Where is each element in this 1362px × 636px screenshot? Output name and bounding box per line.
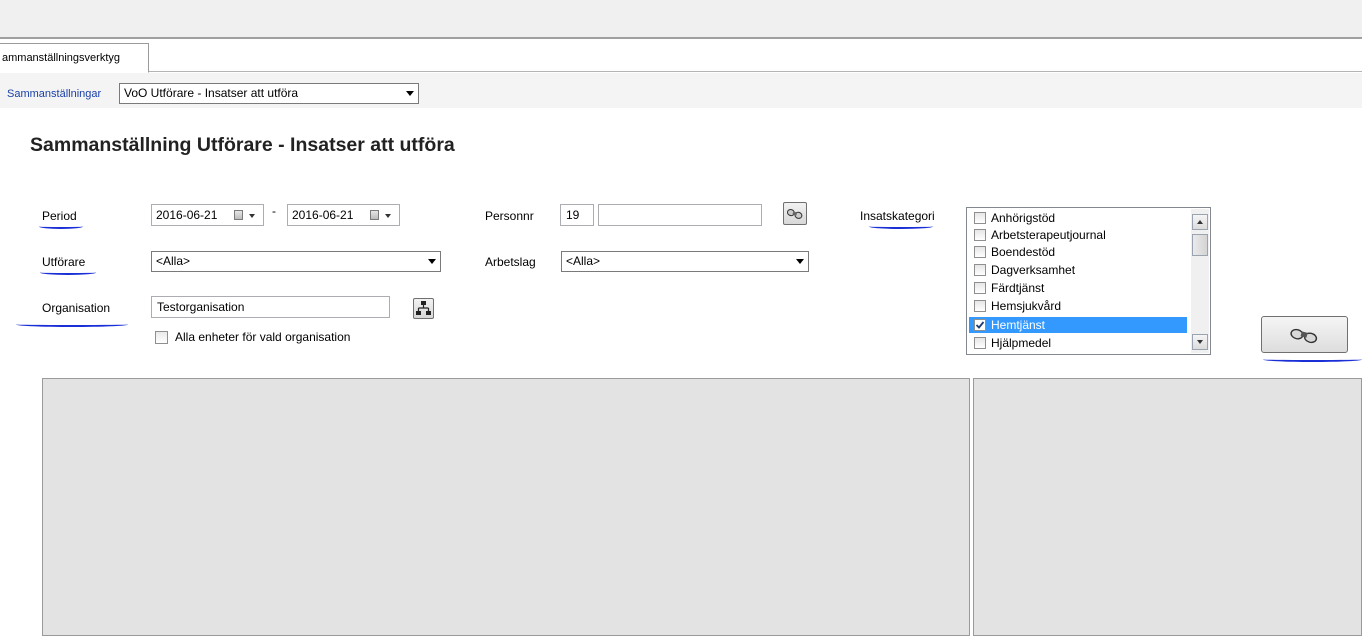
list-item-label: Dagverksamhet	[991, 263, 1076, 277]
list-item-label: Hjälpmedel	[991, 336, 1052, 350]
list-item-label: Hemtjänst	[991, 318, 1046, 332]
list-item[interactable]: Arbetsterapeutjournal	[969, 227, 1187, 243]
sammanstallningar-label: Sammanställningar	[7, 88, 102, 100]
chevron-down-icon	[401, 84, 418, 103]
item-checkbox[interactable]	[974, 246, 986, 258]
arbetslag-select-value: <Alla>	[566, 254, 601, 268]
period-from-date[interactable]: 2016-06-21	[151, 204, 264, 226]
org-tree-icon	[416, 301, 431, 315]
list-item[interactable]: Hjälpmedel	[969, 335, 1187, 351]
binoculars-icon	[786, 209, 803, 219]
arbetslag-label: Arbetslag	[485, 255, 536, 269]
binoculars-icon	[1290, 328, 1318, 344]
list-item-label: Hemsjukvård	[991, 299, 1062, 313]
period-from-value: 2016-06-21	[156, 208, 218, 222]
window-top-bar	[0, 0, 1362, 39]
chevron-down-icon	[1197, 340, 1203, 344]
personnr-prefix-value: 19	[566, 208, 580, 222]
annotation-underline	[869, 224, 933, 229]
personnr-search-button[interactable]	[783, 202, 807, 225]
list-item[interactable]: Dagverksamhet	[969, 262, 1187, 278]
list-item-label: Arbetsterapeutjournal	[991, 228, 1106, 242]
organisation-picker-button[interactable]	[413, 298, 434, 319]
item-checkbox[interactable]	[974, 264, 986, 276]
sammanstallning-select[interactable]: VoO Utförare - Insatser att utföra	[119, 83, 419, 104]
annotation-underline	[1263, 357, 1362, 362]
details-panel	[973, 378, 1362, 636]
list-item[interactable]: Boendestöd	[969, 244, 1187, 260]
annotation-underline	[40, 270, 96, 275]
organisation-label: Organisation	[42, 301, 111, 315]
item-checkbox[interactable]	[974, 300, 986, 312]
insatskategori-list[interactable]: Anhörigstöd Arbetsterapeutjournal Boende…	[966, 207, 1211, 355]
period-label: Period	[42, 209, 77, 223]
tab-label: ammanställningsverktyg	[2, 52, 120, 64]
item-checkbox[interactable]	[974, 337, 986, 349]
annotation-underline	[39, 224, 83, 229]
list-item-selected[interactable]: Hemtjänst	[969, 317, 1187, 333]
checkmark-icon	[975, 321, 985, 329]
annotation-underline	[16, 322, 128, 327]
period-to-value: 2016-06-21	[292, 208, 354, 222]
calendar-icon[interactable]	[234, 210, 243, 220]
item-checkbox[interactable]	[974, 282, 986, 294]
period-to-date[interactable]: 2016-06-21	[287, 204, 400, 226]
list-item-label: Färdtjänst	[991, 281, 1045, 295]
list-item[interactable]: Anhörigstöd	[969, 210, 1187, 226]
utforare-select-value: <Alla>	[156, 254, 191, 268]
scroll-up-button[interactable]	[1192, 214, 1208, 230]
item-checkbox[interactable]	[974, 229, 986, 241]
personnr-label: Personnr	[485, 209, 534, 223]
chevron-down-icon	[249, 214, 255, 218]
organisation-value: Testorganisation	[157, 300, 245, 314]
alla-enheter-label: Alla enheter för vald organisation	[175, 330, 351, 344]
personnr-field[interactable]	[598, 204, 762, 226]
sammanstallning-select-value: VoO Utförare - Insatser att utföra	[124, 86, 299, 100]
scroll-down-button[interactable]	[1192, 334, 1208, 350]
arbetslag-select[interactable]: <Alla>	[561, 251, 809, 272]
page-title: Sammanställning Utförare - Insatser att …	[30, 134, 455, 156]
period-separator: -	[272, 204, 276, 218]
utforare-select[interactable]: <Alla>	[151, 251, 441, 272]
scroll-thumb[interactable]	[1192, 234, 1208, 256]
search-button[interactable]	[1261, 316, 1348, 353]
personnr-prefix-field[interactable]: 19	[560, 204, 594, 226]
list-item-label: Boendestöd	[991, 245, 1056, 259]
list-item[interactable]: Färdtjänst	[969, 280, 1187, 296]
chevron-up-icon	[1197, 220, 1203, 224]
item-checkbox-checked[interactable]	[974, 319, 986, 331]
tab-strip	[0, 41, 1362, 72]
chevron-down-icon	[423, 252, 440, 271]
organisation-field[interactable]: Testorganisation	[151, 296, 390, 318]
utforare-label: Utförare	[42, 255, 86, 269]
list-item[interactable]: Hemsjukvård	[969, 298, 1187, 314]
tab-sammanstallningsverktyg[interactable]: ammanställningsverktyg	[0, 43, 149, 73]
list-item-label: Anhörigstöd	[991, 211, 1056, 225]
chevron-down-icon	[791, 252, 808, 271]
calendar-icon[interactable]	[370, 210, 379, 220]
item-checkbox[interactable]	[974, 212, 986, 224]
insatskategori-label: Insatskategori	[860, 209, 935, 223]
results-panel	[42, 378, 970, 636]
alla-enheter-checkbox[interactable]	[155, 331, 168, 344]
chevron-down-icon	[385, 214, 391, 218]
list-scrollbar[interactable]	[1191, 209, 1209, 353]
